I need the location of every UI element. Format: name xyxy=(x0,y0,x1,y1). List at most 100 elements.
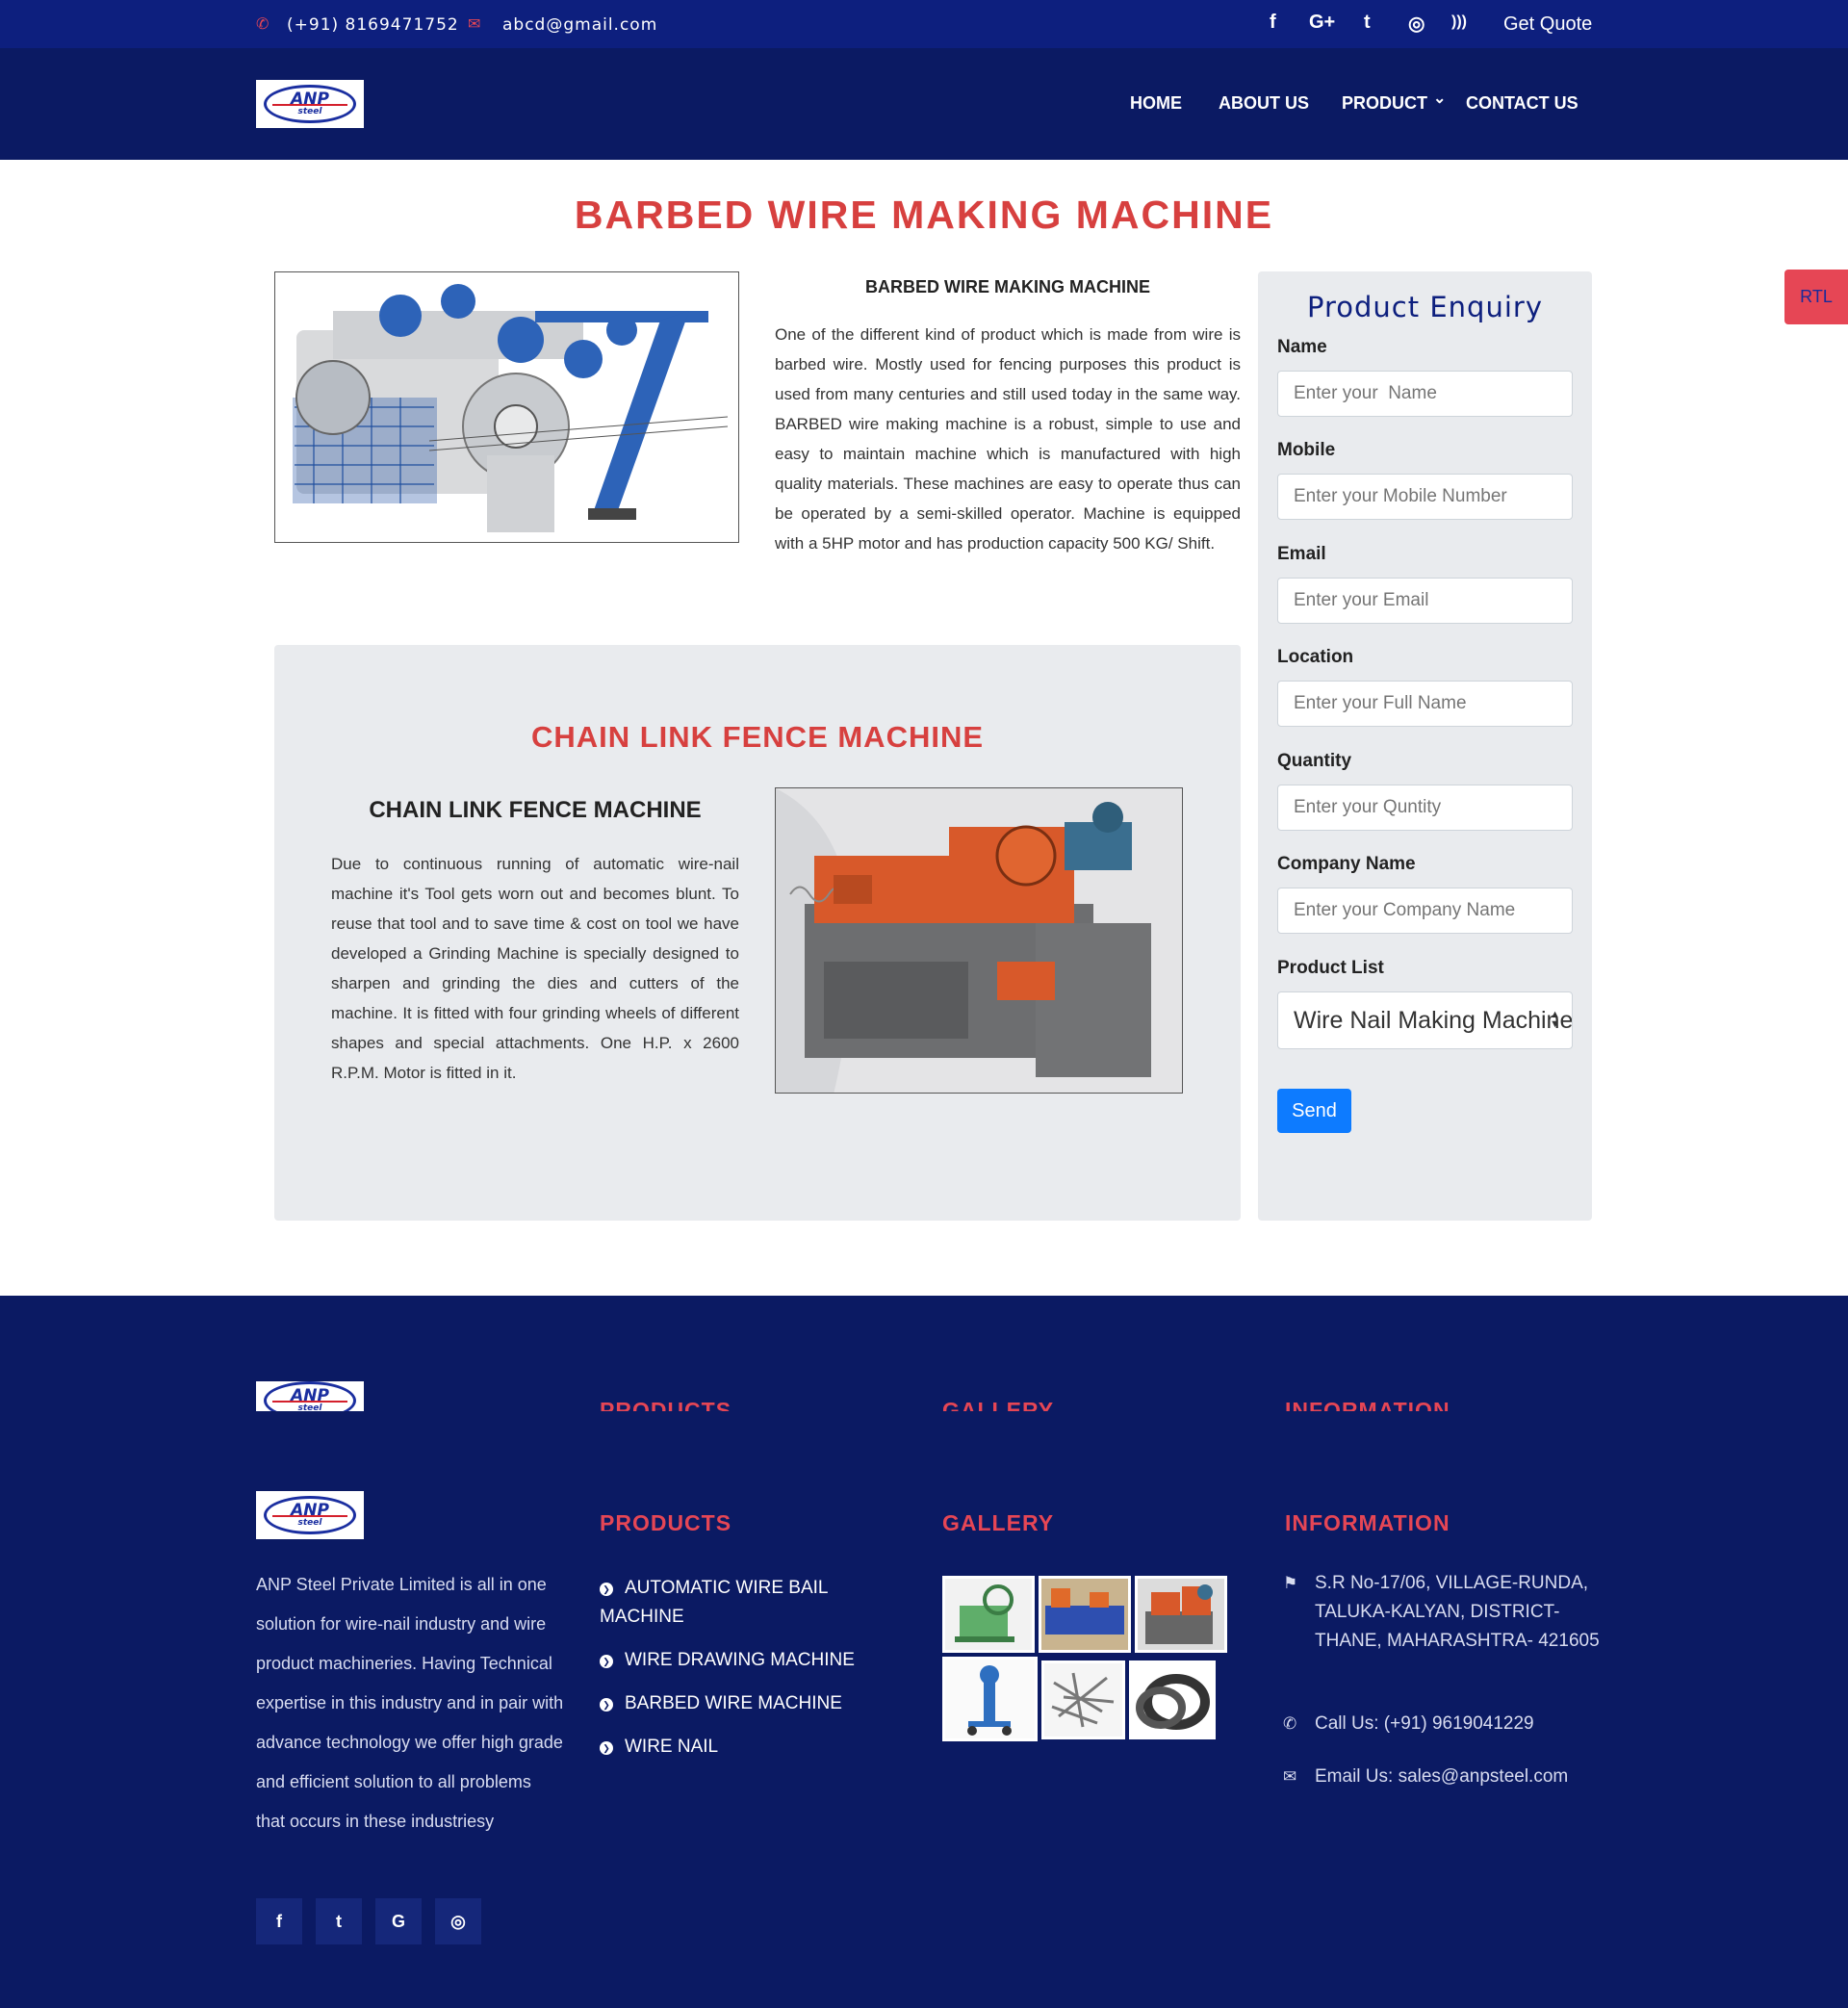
footer-twitter-icon[interactable]: t xyxy=(316,1898,362,1944)
main-navbar: ANP steel HOME ABOUT US PRODUCT ⌄ CONTAC… xyxy=(0,48,1848,160)
send-button[interactable]: Send xyxy=(1277,1089,1351,1133)
product-list-select[interactable]: Wire Nail Making Machine ▲ ▼ xyxy=(1277,991,1573,1049)
ghost-gallery-title: GALLERY xyxy=(942,1398,1055,1411)
footer-product-link[interactable]: ❯ BARBED WIRE MACHINE xyxy=(600,1689,879,1718)
nav-product[interactable]: PRODUCT xyxy=(1342,93,1427,114)
gallery-image xyxy=(1132,1663,1213,1737)
name-label: Name xyxy=(1277,337,1327,357)
envelope-icon: ✉ xyxy=(468,16,481,33)
location-input[interactable] xyxy=(1277,681,1573,727)
product-list-label: Product List xyxy=(1277,958,1384,978)
chevron-down-icon[interactable]: ⌄ xyxy=(1433,89,1446,108)
ghost-information-title: INFORMATION xyxy=(1285,1398,1450,1411)
chevron-right-icon: ❯ xyxy=(600,1741,613,1755)
footer-ghost-row: ANP steel PRODUCTS GALLERY INFORMATION xyxy=(0,1377,1848,1411)
phone-icon: ✆ xyxy=(1283,1714,1297,1733)
logo-emblem: ANP steel xyxy=(264,85,356,123)
ghost-logo-emblem: ANP steel xyxy=(264,1381,356,1411)
google-plus-icon[interactable]: G+ xyxy=(1309,12,1335,34)
name-input[interactable] xyxy=(1277,371,1573,417)
chevron-right-icon: ❯ xyxy=(600,1698,613,1712)
chain-link-machine-illustration xyxy=(776,788,1182,1093)
ghost-logo-subtext: steel xyxy=(297,1403,322,1412)
company-name-input[interactable] xyxy=(1277,888,1573,934)
mobile-label: Mobile xyxy=(1277,440,1336,460)
nav-home[interactable]: HOME xyxy=(1130,93,1182,114)
top-phone[interactable]: (+91) 8169471752 xyxy=(287,15,459,35)
chain-link-subtitle: CHAIN LINK FENCE MACHINE xyxy=(369,797,702,823)
footer-product-label: WIRE NAIL xyxy=(625,1737,719,1757)
quantity-label: Quantity xyxy=(1277,751,1352,771)
gallery-image xyxy=(1138,1579,1224,1650)
location-label: Location xyxy=(1277,647,1354,667)
barbed-description: One of the different kind of product whi… xyxy=(775,325,1241,553)
call-text: Call Us: (+91) 9619041229 xyxy=(1315,1713,1534,1734)
footer-gallery-title: GALLERY xyxy=(942,1510,1055,1535)
email-label: Email xyxy=(1277,544,1326,564)
get-quote-link[interactable]: Get Quote xyxy=(1503,13,1592,36)
product-list-value: Wire Nail Making Machine xyxy=(1294,1006,1573,1034)
gallery-thumbnail[interactable] xyxy=(942,1576,1035,1653)
facebook-icon[interactable]: f xyxy=(1270,12,1276,34)
footer-product-link[interactable]: ❯ AUTOMATIC WIRE BAIL MACHINE xyxy=(600,1574,879,1632)
mobile-input[interactable] xyxy=(1277,474,1573,520)
map-marker-icon: ⚑ xyxy=(1283,1574,1298,1592)
chain-link-machine-image xyxy=(775,787,1183,1094)
footer-logo-text: ANP xyxy=(291,1501,329,1520)
gallery-image xyxy=(945,1660,1035,1738)
chevron-right-icon: ❯ xyxy=(600,1655,613,1668)
email-text: Email Us: sales@anpsteel.com xyxy=(1315,1766,1569,1787)
barbed-machine-illustration xyxy=(275,272,738,542)
gallery-thumbnail[interactable] xyxy=(1135,1576,1227,1653)
site-logo[interactable]: ANP steel xyxy=(256,80,364,128)
page-title: BARBED WIRE MAKING MACHINE xyxy=(574,193,1274,237)
instagram-icon[interactable]: ◎ xyxy=(1408,12,1424,36)
chevron-right-icon: ❯ xyxy=(600,1583,613,1596)
footer-product-label: WIRE DRAWING MACHINE xyxy=(625,1650,855,1670)
enquiry-title: Product Enquiry xyxy=(1307,291,1543,323)
footer-product-label: AUTOMATIC WIRE BAIL MACHINE xyxy=(600,1578,828,1627)
email-input[interactable] xyxy=(1277,578,1573,624)
nav-contact-us[interactable]: CONTACT US xyxy=(1466,93,1578,114)
gallery-thumbnail[interactable] xyxy=(1039,1576,1131,1653)
barbed-subtitle: BARBED WIRE MAKING MACHINE xyxy=(865,277,1150,296)
footer-facebook-icon[interactable]: f xyxy=(256,1898,302,1944)
top-bar: ✆ (+91) 8169471752 ✉ abcd@gmail.com f G+… xyxy=(0,0,1848,48)
footer-google-icon[interactable]: G xyxy=(375,1898,422,1944)
chain-link-section-title: CHAIN LINK FENCE MACHINE xyxy=(530,720,985,754)
gallery-image xyxy=(1041,1579,1128,1650)
nav-about-us[interactable]: ABOUT US xyxy=(1219,93,1309,114)
ghost-logo-text: ANP xyxy=(291,1386,329,1405)
rss-icon[interactable]: ))) xyxy=(1451,13,1467,31)
quantity-input[interactable] xyxy=(1277,785,1573,831)
footer-logo-subtext: steel xyxy=(297,1518,322,1528)
footer-instagram-icon[interactable]: ◎ xyxy=(435,1898,481,1944)
company-name-label: Company Name xyxy=(1277,854,1416,874)
footer-logo-emblem: ANP steel xyxy=(264,1496,356,1534)
gallery-image xyxy=(945,1579,1032,1650)
gallery-image xyxy=(1044,1663,1122,1737)
gallery-thumbnail[interactable] xyxy=(942,1657,1038,1741)
logo-subtext: steel xyxy=(297,107,322,116)
gallery-thumbnail[interactable] xyxy=(1129,1660,1216,1739)
footer-products-title: PRODUCTS xyxy=(600,1510,732,1535)
footer-logo[interactable]: ANP steel xyxy=(256,1491,364,1539)
address-text: S.R No-17/06, VILLAGE-RUNDA, TALUKA-KALY… xyxy=(1315,1573,1600,1651)
footer-product-link[interactable]: ❯ WIRE DRAWING MACHINE xyxy=(600,1646,879,1675)
footer-ghost-logo: ANP steel xyxy=(256,1381,364,1411)
top-email[interactable]: abcd@gmail.com xyxy=(502,15,657,35)
footer-information-title: INFORMATION xyxy=(1285,1510,1450,1535)
twitter-icon[interactable]: t xyxy=(1364,12,1371,34)
phone-icon: ✆ xyxy=(256,16,270,33)
barbed-wire-machine-image xyxy=(274,271,739,543)
gallery-thumbnail[interactable] xyxy=(1041,1660,1125,1739)
footer-about-text: ANP Steel Private Limited is all in one … xyxy=(256,1575,564,1831)
footer-product-label: BARBED WIRE MACHINE xyxy=(625,1693,842,1713)
rtl-toggle-button[interactable]: RTL xyxy=(1784,270,1848,324)
ghost-products-title: PRODUCTS xyxy=(600,1398,732,1411)
chain-link-description: Due to continuous running of automatic w… xyxy=(331,855,739,1082)
logo-text: ANP xyxy=(291,90,329,109)
select-arrows-icon: ▲ ▼ xyxy=(1550,1009,1560,1030)
envelope-icon: ✉ xyxy=(1283,1767,1297,1786)
footer-product-link[interactable]: ❯ WIRE NAIL xyxy=(600,1733,879,1762)
